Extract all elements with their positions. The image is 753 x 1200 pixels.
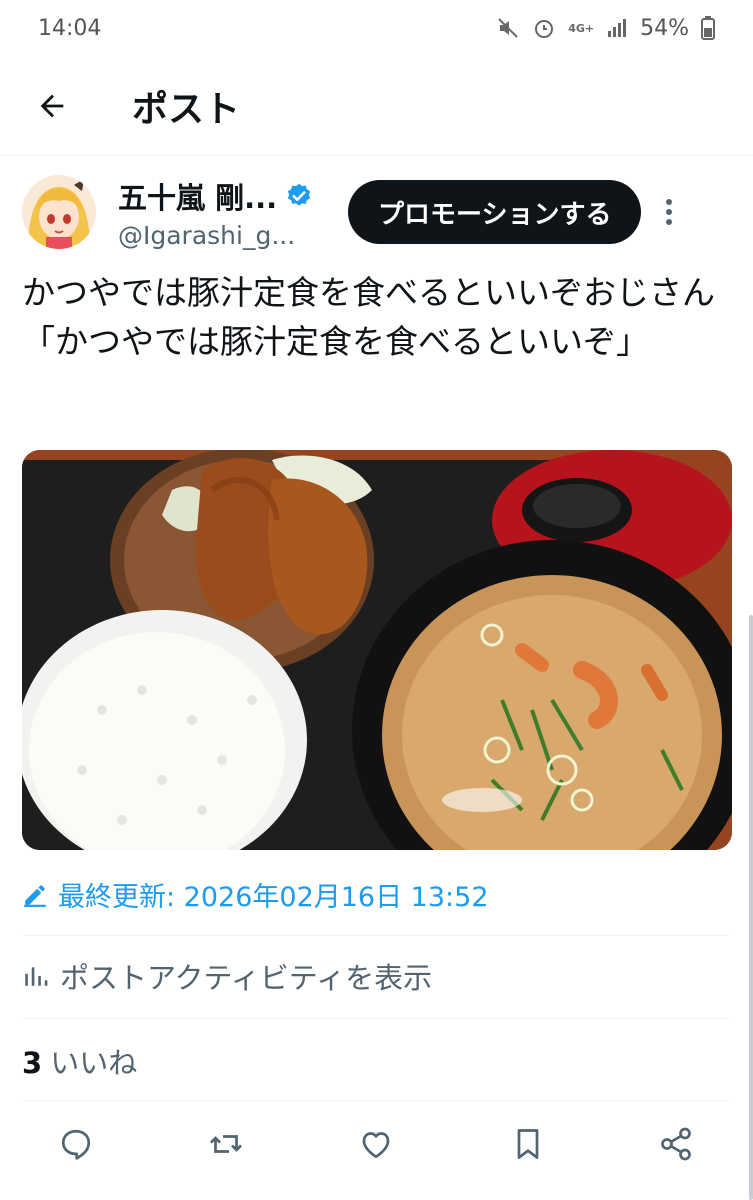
verified-badge-icon (288, 183, 311, 206)
edit-icon (24, 884, 46, 907)
like-icon (362, 1132, 390, 1159)
like-button[interactable] (356, 1124, 396, 1164)
post-photo[interactable] (22, 450, 732, 850)
share-button[interactable] (656, 1124, 696, 1164)
likes-count-row[interactable]: 3 いいね (22, 1040, 137, 1082)
display-name-row: 五十嵐 剛... (118, 175, 328, 217)
back-button[interactable] (22, 76, 82, 136)
edited-label: 最終更新: 2026年02月16日 13:52 (58, 882, 489, 913)
status-time: 14:04 (38, 15, 102, 41)
author-names: 五十嵐 剛... @Igarashi_g... (118, 175, 328, 250)
likes-count: 3 (22, 1046, 43, 1080)
network-type: 4G+ (568, 21, 595, 35)
scrollbar[interactable] (749, 615, 753, 1200)
status-icons: 4G+ 54% (496, 16, 715, 41)
battery-percent: 54% (640, 15, 689, 41)
bookmark-icon (517, 1129, 539, 1159)
divider (22, 1100, 730, 1101)
edited-info[interactable]: 最終更新: 2026年02月16日 13:52 (22, 875, 489, 914)
post-text: かつやでは豚汁定食を食べるといいぞおじさん「かつやでは豚汁定食を食べるといいぞ」 (22, 273, 715, 361)
bookmark-button[interactable] (508, 1124, 548, 1164)
mute-icon (498, 18, 518, 38)
display-name[interactable]: 五十嵐 剛... (118, 175, 277, 217)
share-icon (661, 1127, 691, 1161)
status-bar: 14:04 4G+ 54% (0, 0, 753, 56)
signal-icon (608, 19, 627, 37)
top-app-bar: ポスト (0, 56, 753, 156)
likes-label: いいね (50, 1046, 138, 1080)
more-options-button[interactable] (655, 192, 683, 232)
promote-button[interactable]: プロモーションする (348, 180, 642, 244)
activity-label: ポストアクティビティを表示 (60, 961, 433, 995)
photo-illustration (22, 450, 732, 850)
divider (22, 935, 730, 936)
action-bar (0, 1108, 753, 1180)
reply-icon (61, 1129, 91, 1160)
repost-icon (210, 1135, 242, 1153)
analytics-icon (25, 967, 48, 986)
back-arrow-icon (40, 94, 64, 117)
avatar[interactable] (22, 175, 96, 249)
more-icon (666, 199, 673, 225)
battery-icon (701, 16, 715, 40)
avatar-illustration (22, 175, 96, 249)
post-activity-link[interactable]: ポストアクティビティを表示 (22, 955, 432, 997)
reply-button[interactable] (56, 1124, 96, 1164)
alarm-icon (535, 20, 554, 38)
repost-button[interactable] (206, 1124, 246, 1164)
user-handle[interactable]: @Igarashi_g... (118, 221, 328, 250)
page-title: ポスト (132, 88, 241, 130)
divider (22, 1018, 730, 1019)
author-row: 五十嵐 剛... @Igarashi_g... プロモーションする (22, 172, 737, 252)
